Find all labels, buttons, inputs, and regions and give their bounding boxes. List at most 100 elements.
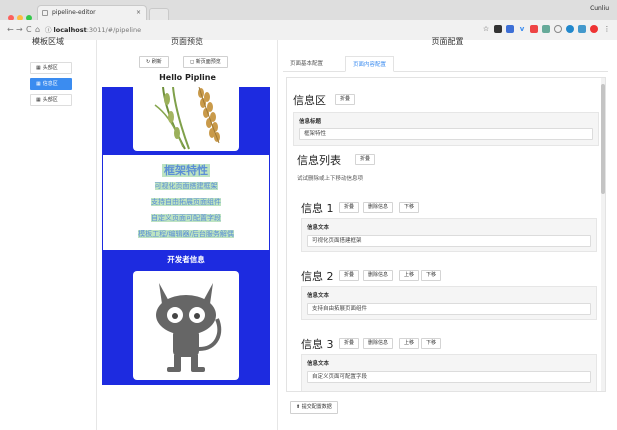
refresh-button[interactable]: ↻ 刷新 (139, 56, 169, 68)
list-hint: 试试删除或上下移动信息项 (297, 176, 364, 182)
info-line: 可视化页面搭建框架 (154, 182, 218, 190)
extension-pen-icon[interactable] (542, 25, 550, 33)
item-title: 信息 2 (301, 270, 334, 283)
extension-v-icon[interactable]: v (518, 25, 526, 33)
item-text-input[interactable]: 自定义页面可配置字段 (307, 371, 591, 383)
preview-info-section: 框架特性 可视化页面搭建框架 支持自由拓展页面组件 自定义页面可配置字段 模板工… (102, 155, 270, 250)
new-page-preview-label: 新页面预览 (195, 59, 221, 65)
extension-red-icon[interactable] (530, 25, 538, 33)
back-icon[interactable]: ← (7, 25, 14, 35)
url-path: :3011/#/pipeline (86, 26, 142, 34)
item-text-label: 信息文本 (307, 293, 330, 299)
info-line: 模板工程/编辑器/后台服务解偶 (138, 230, 234, 238)
info-title-wrap: 框架特性 (103, 159, 269, 178)
item-text-label: 信息文本 (307, 225, 330, 231)
delete-item-button[interactable]: 删除信息 (363, 202, 394, 213)
cat-mascot-icon (156, 283, 222, 372)
info-line-wrap: 模板工程/编辑器/后台服务解偶 (103, 229, 269, 239)
info-title-box: 信息标题 框架特性 (293, 112, 599, 146)
browser-tab[interactable]: pipeline-editor × (37, 5, 147, 20)
browser-chrome: pipeline-editor × Cunliu ← → C ⌂ ⓘ localh… (0, 0, 617, 40)
template-item-header[interactable]: ▦ 头部区 (30, 62, 72, 74)
list-title: 信息列表 (297, 154, 341, 167)
item-text-box: 信息文本 可视化页面搭建框架 (301, 218, 597, 252)
refresh-label: 刷新 (151, 59, 162, 65)
move-down-button[interactable]: 下移 (421, 338, 442, 349)
extension-blue-icon[interactable] (506, 25, 514, 33)
template-item-header-2[interactable]: ▦ 头部区 (30, 94, 72, 106)
delete-item-button[interactable]: 删除信息 (363, 338, 394, 349)
grid-icon: ▦ (36, 97, 41, 103)
section-title: 信息区 (293, 94, 326, 107)
preview-panel-heading: 页面预览 (171, 37, 203, 46)
template-item-label: 信息区 (42, 81, 58, 87)
header-image (133, 87, 239, 151)
item-text-input[interactable]: 支持自由拓展页面组件 (307, 303, 591, 315)
rice-plant-icon (154, 87, 220, 150)
move-down-button[interactable]: 下移 (399, 202, 420, 213)
extension-circle-icon[interactable] (554, 25, 562, 33)
developer-avatar (133, 271, 239, 380)
config-scroll-area[interactable]: 信息区 折叠 信息标题 框架特性 信息列表 折叠 试试删除或上下移动信息项 信息… (286, 77, 606, 392)
preview-title: Hello Pipline (159, 73, 216, 82)
item-text-box: 信息文本 支持自由拓展页面组件 (301, 286, 597, 320)
site-info-icon[interactable]: ⓘ (45, 26, 52, 34)
item-title: 信息 3 (301, 338, 334, 351)
template-panel: 模板区域 ▦ 头部区 ▦ 信息区 ▦ 头部区 (0, 37, 97, 430)
template-item-info[interactable]: ▦ 信息区 (30, 78, 72, 90)
info-title-label: 信息标题 (299, 119, 322, 125)
template-item-label: 头部区 (42, 65, 58, 71)
forward-icon[interactable]: → (16, 25, 23, 35)
tab-content-config[interactable]: 页面内容配置 (345, 56, 395, 72)
submit-config-label: 提交配置数据 (301, 404, 332, 410)
fold-list-button[interactable]: 折叠 (355, 154, 376, 165)
delete-item-button[interactable]: 删除信息 (363, 270, 394, 281)
browser-menu-icon[interactable]: ⋮ (603, 25, 611, 33)
profile-name[interactable]: Cunliu (590, 5, 609, 12)
template-panel-heading: 模板区域 (32, 37, 64, 46)
bookmark-star-icon[interactable]: ☆ (482, 25, 490, 33)
extension-qr-icon[interactable] (494, 25, 502, 33)
info-line-wrap: 支持自由拓展页面组件 (103, 197, 269, 207)
fold-section-button[interactable]: 折叠 (335, 94, 356, 105)
page-favicon-icon (42, 10, 48, 16)
item-text-label: 信息文本 (307, 361, 330, 367)
tab-basic-config[interactable]: 页面基本配置 (283, 56, 330, 72)
move-down-button[interactable]: 下移 (421, 270, 442, 281)
fold-item-button[interactable]: 折叠 (339, 270, 360, 281)
tab-bar: pipeline-editor × Cunliu (0, 0, 617, 21)
item-text-input[interactable]: 可视化页面搭建框架 (307, 235, 591, 247)
config-panel-heading: 页面配置 (431, 37, 464, 46)
home-icon[interactable]: ⌂ (35, 25, 40, 35)
new-page-preview-button[interactable]: ◻ 新页面预览 (183, 56, 228, 68)
fold-item-button[interactable]: 折叠 (339, 338, 360, 349)
info-title: 框架特性 (162, 164, 210, 177)
item-title: 信息 1 (301, 202, 334, 215)
move-up-button[interactable]: 上移 (399, 338, 420, 349)
move-up-button[interactable]: 上移 (399, 270, 420, 281)
extension-shield-icon[interactable] (578, 25, 586, 33)
extension-stop-icon[interactable] (590, 25, 598, 33)
preview-header-section (102, 87, 270, 155)
browser-tab-title: pipeline-editor (52, 9, 96, 16)
close-tab-icon[interactable]: × (136, 6, 141, 20)
grid-icon: ▦ (36, 65, 41, 71)
reload-icon[interactable]: C (26, 25, 32, 35)
template-item-label: 头部区 (42, 97, 58, 103)
info-line-wrap: 可视化页面搭建框架 (103, 181, 269, 191)
preview-panel: 页面预览 ↻ 刷新 ◻ 新页面预览 Hello Pipline 框架特性 可视化… (97, 37, 278, 430)
scrollbar-thumb[interactable] (601, 84, 605, 194)
vertical-scrollbar[interactable] (601, 78, 605, 391)
config-panel: 页面配置 页面基本配置 页面内容配置 信息区 折叠 信息标题 框架特性 信息列表… (278, 37, 617, 430)
address-bar[interactable]: ⓘ localhost:3011/#/pipeline (45, 24, 440, 36)
item-text-box: 信息文本 自定义页面可配置字段 (301, 354, 597, 391)
info-line: 自定义页面可配置字段 (151, 214, 221, 222)
preview-developer-section: 开发者信息 (102, 250, 270, 385)
grid-icon: ▦ (36, 81, 41, 87)
submit-config-button[interactable]: ⬆ 提交配置数据 (290, 401, 338, 414)
fold-item-button[interactable]: 折叠 (339, 202, 360, 213)
new-tab-button[interactable] (149, 8, 169, 20)
extension-globe-icon[interactable] (566, 25, 574, 33)
info-title-input[interactable]: 框架特性 (299, 128, 593, 140)
url-host: localhost (53, 26, 87, 34)
